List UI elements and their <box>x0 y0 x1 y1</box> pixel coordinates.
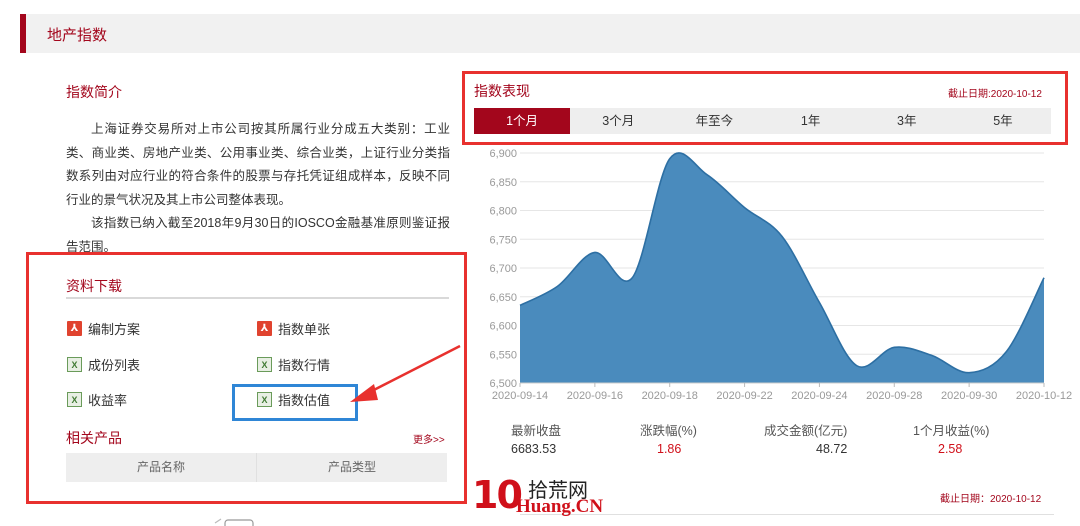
tab-3-months[interactable]: 3个月 <box>570 108 666 134</box>
download-label: 指数行情 <box>278 358 331 373</box>
tab-1-month[interactable]: 1个月 <box>474 108 571 134</box>
partial-toolbar-icon <box>214 518 254 526</box>
tab-year-to-date[interactable]: 年至今 <box>666 108 762 134</box>
download-index-sheet[interactable]: ⅄ 指数单张 <box>257 319 330 338</box>
y-tick-label: 6,650 <box>489 292 517 304</box>
y-tick-label: 6,750 <box>489 234 517 246</box>
download-label: 指数单张 <box>278 322 331 337</box>
stat-header-close: 最新收盘 <box>511 424 562 438</box>
index-area-chart: 6,500 6,550 6,600 6,650 6,700 6,750 6,800 6,850… <box>489 148 1072 402</box>
stat-value-change: 1.86 <box>657 442 682 456</box>
y-tick-label: 6,500 <box>489 378 517 390</box>
download-index-quotes[interactable]: X 指数行情 <box>257 355 330 374</box>
y-tick-label: 6,700 <box>489 263 517 275</box>
downloads-title: 资料下载 <box>66 278 122 294</box>
performance-date: 截止日期:2020-10-12 <box>948 89 1042 100</box>
y-tick-label: 6,850 <box>489 177 517 189</box>
y-tick-label: 6,800 <box>489 206 517 218</box>
download-returns[interactable]: X 收益率 <box>67 390 127 409</box>
y-tick-label: 6,900 <box>489 148 517 160</box>
partial-icon-stroke <box>214 518 222 524</box>
partial-icon-box <box>224 519 254 526</box>
footer-date: 截止日期：2020-10-12 <box>940 494 1042 505</box>
y-tick-label: 6,550 <box>489 349 517 361</box>
x-tick-label: 2020-09-16 <box>567 390 623 402</box>
downloads-divider <box>66 297 449 299</box>
y-tick-label: 6,600 <box>489 321 517 333</box>
section-title: 地产指数 <box>47 27 108 44</box>
x-tick-label: 2020-10-12 <box>1016 390 1072 402</box>
stat-header-month-return: 1个月收益(%) <box>913 424 990 438</box>
x-tick-label: 2020-09-22 <box>716 390 772 402</box>
arrow-shaft <box>363 344 461 397</box>
stat-value-close: 6683.53 <box>511 442 557 456</box>
x-tick-label: 2020-09-14 <box>492 390 548 402</box>
stat-header-turnover: 成交金额(亿元) <box>764 424 848 438</box>
x-tick-label: 2020-09-28 <box>866 390 922 402</box>
related-more-link[interactable]: 更多>> <box>413 431 445 446</box>
excel-icon: X <box>67 392 82 407</box>
x-tick-label: 2020-09-30 <box>941 390 997 402</box>
section-header: 地产指数 <box>20 14 1080 53</box>
download-compilation-plan[interactable]: ⅄ 编制方案 <box>67 319 140 338</box>
pdf-icon: ⅄ <box>257 321 272 336</box>
download-label: 收益率 <box>88 393 128 408</box>
intro-paragraph-1: 上海证券交易所对上市公司按其所属行业分成五大类别：工业类、商业类、房地产业类、公… <box>66 122 450 207</box>
intro-title: 指数简介 <box>66 84 122 100</box>
excel-icon: X <box>67 357 82 372</box>
x-tick-label: 2020-09-24 <box>791 390 847 402</box>
related-title: 相关产品 <box>66 430 122 446</box>
download-label: 成份列表 <box>88 358 141 373</box>
related-table-header: 产品名称 产品类型 <box>66 453 447 482</box>
download-label: 编制方案 <box>88 322 141 337</box>
arrow-head <box>350 384 378 402</box>
stat-value-turnover: 48.72 <box>816 442 848 456</box>
section-accent-bar <box>20 14 26 53</box>
tab-5-years[interactable]: 5年 <box>955 108 1051 134</box>
column-product-type: 产品类型 <box>327 460 376 474</box>
performance-title: 指数表现 <box>474 83 530 99</box>
annotation-arrow <box>350 344 461 402</box>
pdf-icon: ⅄ <box>67 321 82 336</box>
download-constituents[interactable]: X 成份列表 <box>67 355 140 374</box>
tab-1-year[interactable]: 1年 <box>763 108 859 134</box>
x-tick-label: 2020-09-18 <box>642 390 698 402</box>
watermark-number: 10 <box>472 473 523 517</box>
column-product-name: 产品名称 <box>66 453 257 482</box>
tab-3-years[interactable]: 3年 <box>859 108 955 134</box>
watermark-en: Huang.CN <box>516 496 604 517</box>
period-tabs: 1个月 3个月 年至今 1年 3年 5年 <box>474 108 1051 134</box>
excel-icon: X <box>257 357 272 372</box>
watermark-logo: 10 拾荒网 Huang.CN <box>470 470 610 520</box>
stat-value-month-return: 2.58 <box>938 442 963 456</box>
intro-text: 上海证券交易所对上市公司按其所属行业分成五大类别：工业类、商业类、房地产业类、公… <box>66 118 450 259</box>
stat-header-change: 涨跌幅(%) <box>640 424 697 438</box>
